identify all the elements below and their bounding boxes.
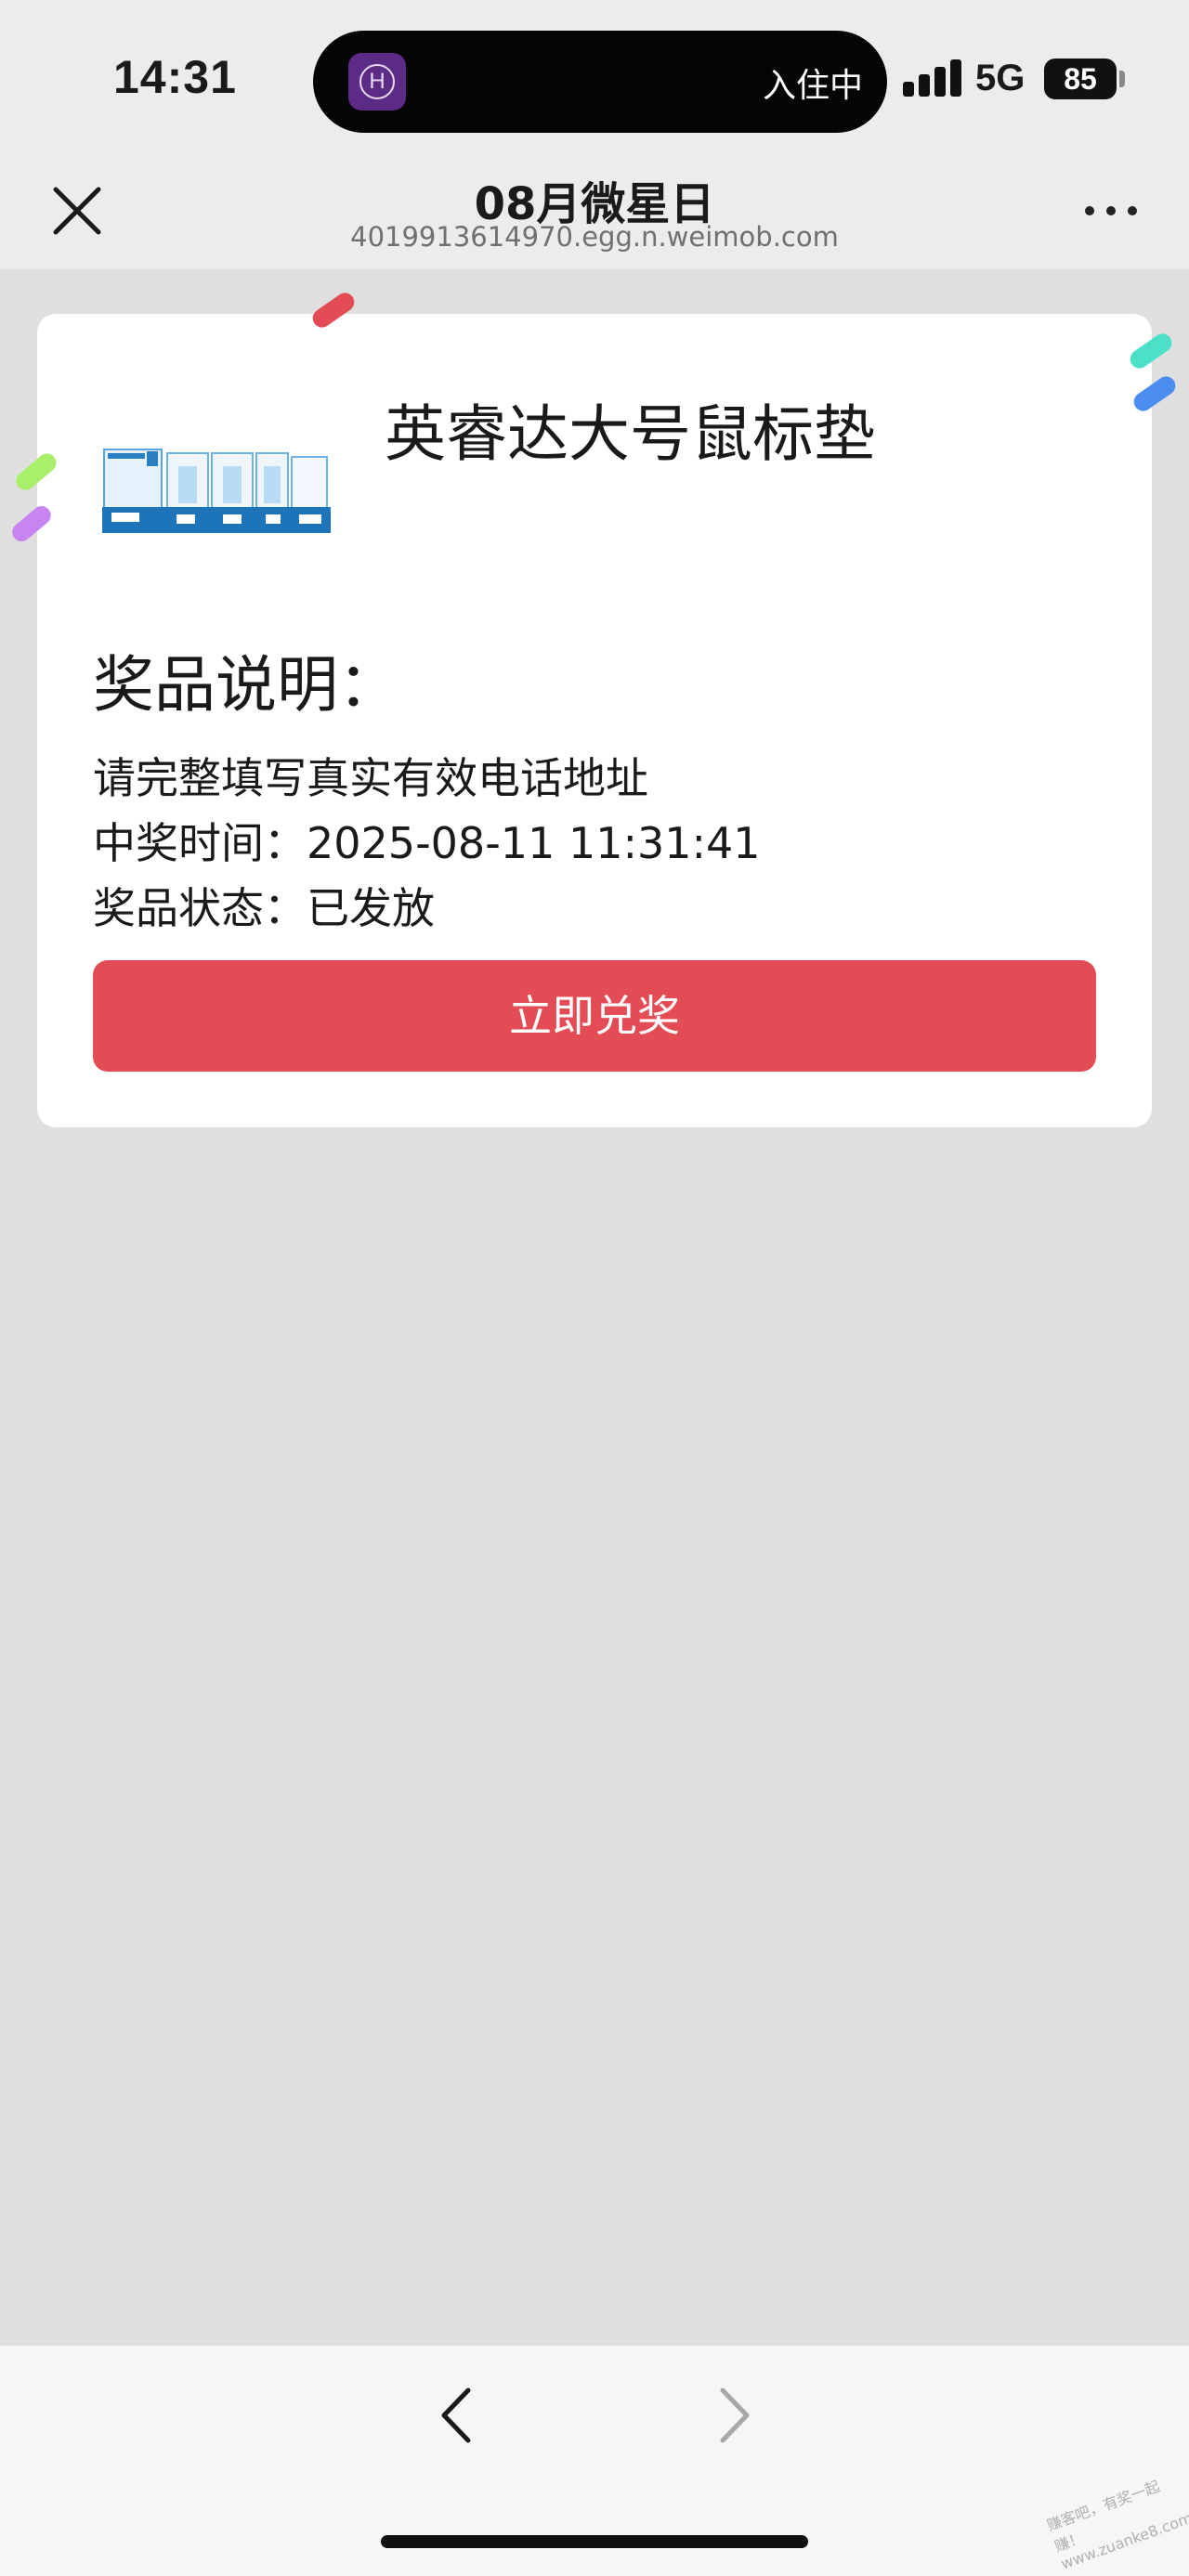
prize-section-title: 奖品说明： [93, 649, 399, 721]
signal-icon [903, 59, 962, 97]
chevron-right-icon[interactable] [710, 2387, 758, 2444]
battery-cap [1119, 71, 1125, 87]
battery-icon: 85 [1044, 59, 1117, 99]
prize-card: 英睿达大号鼠标垫 奖品说明： 请完整填写真实有效电话地址 中奖时间：2025-0… [37, 314, 1152, 1127]
prize-image [102, 444, 331, 533]
prize-win-time: 中奖时间：2025-08-11 11:31:41 [93, 818, 761, 868]
app-icon[interactable]: H [348, 53, 406, 111]
redeem-button[interactable]: 立即兑奖 [93, 960, 1096, 1072]
app-letter: H [359, 64, 395, 99]
network-type: 5G [975, 58, 1026, 98]
prize-status: 奖品状态：已发放 [93, 883, 435, 933]
home-indicator[interactable] [381, 2535, 808, 2548]
status-time: 14:31 [113, 51, 237, 103]
chevron-left-icon[interactable] [433, 2387, 481, 2444]
battery-level: 85 [1064, 62, 1097, 96]
prize-instruction: 请完整填写真实有效电话地址 [93, 753, 648, 803]
prize-name: 英睿达大号鼠标垫 [385, 398, 875, 470]
page-url: 4019913614970.egg.n.weimob.com [350, 221, 839, 253]
more-icon[interactable] [1078, 191, 1144, 228]
island-status-text: 入住中 [762, 67, 863, 105]
dynamic-island[interactable]: H 入住中 [313, 31, 887, 133]
